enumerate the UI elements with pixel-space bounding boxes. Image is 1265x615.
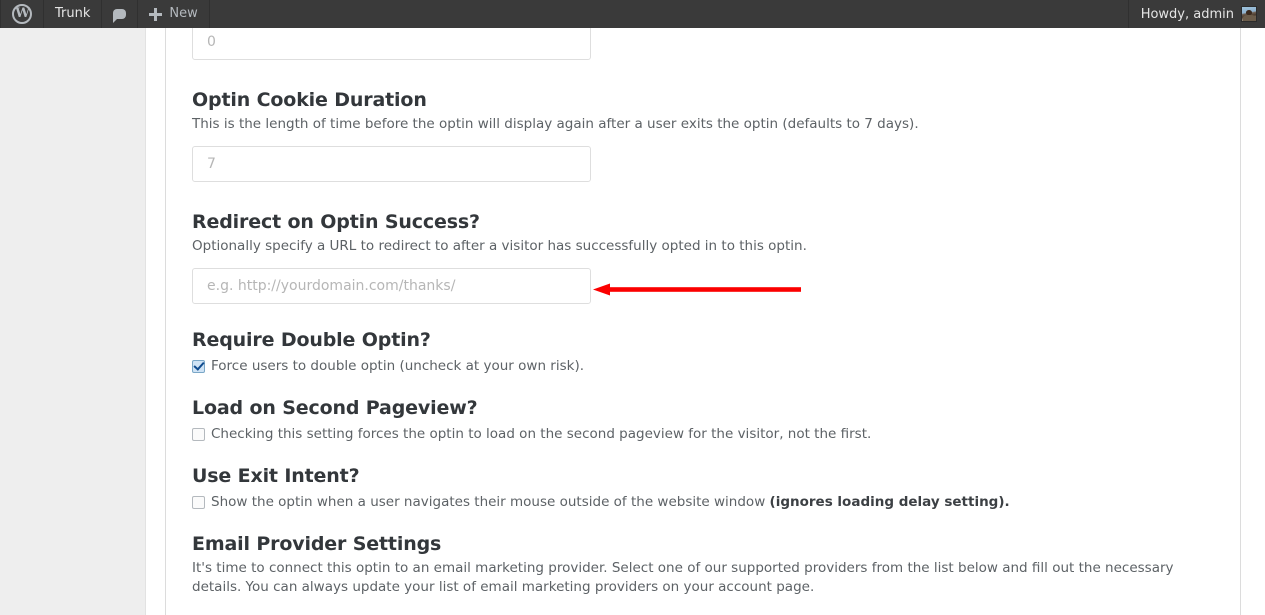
redirect-field-block: Redirect on Optin Success? Optionally sp… [192, 210, 1214, 304]
new-content-label: New [169, 0, 197, 28]
admin-sidebar-menu[interactable] [0, 28, 146, 615]
content-right-divider [1240, 28, 1241, 615]
email-provider-title: Email Provider Settings [192, 532, 1214, 556]
comments-menu-item[interactable] [102, 0, 138, 28]
site-name-menu-item[interactable]: Trunk [44, 0, 102, 28]
redirect-title: Redirect on Optin Success? [192, 210, 1214, 234]
exit-intent-checkbox-label: Show the optin when a user navigates the… [211, 493, 1010, 512]
double-optin-field-block: Require Double Optin? Force users to dou… [192, 328, 1214, 376]
double-optin-title: Require Double Optin? [192, 328, 1214, 352]
howdy-label: Howdy, admin [1141, 7, 1234, 22]
second-pageview-checkbox-label: Checking this setting forces the optin t… [211, 425, 871, 444]
cookie-duration-field-block: Optin Cookie Duration This is the length… [192, 88, 1214, 182]
second-pageview-field-block: Load on Second Pageview? Checking this s… [192, 396, 1214, 444]
exit-intent-label-bold: (ignores loading delay setting). [770, 494, 1010, 510]
loading-delay-input[interactable] [192, 28, 591, 60]
exit-intent-field-block: Use Exit Intent? Show the optin when a u… [192, 464, 1214, 512]
optin-settings-panel: Optin Cookie Duration This is the length… [166, 28, 1240, 615]
redirect-description: Optionally specify a URL to redirect to … [192, 237, 1214, 256]
avatar [1241, 6, 1257, 22]
redirect-url-input[interactable] [192, 268, 591, 304]
wp-logo-menu-item[interactable]: W [0, 0, 44, 28]
site-name-label: Trunk [55, 0, 90, 28]
plus-icon [149, 8, 162, 21]
exit-intent-checkbox-row[interactable]: Show the optin when a user navigates the… [192, 493, 1214, 512]
new-content-menu-item[interactable]: New [138, 0, 209, 28]
email-provider-description: It's time to connect this optin to an em… [192, 559, 1214, 597]
my-account-menu-item[interactable]: Howdy, admin [1128, 0, 1265, 28]
cookie-duration-input[interactable] [192, 146, 591, 182]
email-provider-field-block: Email Provider Settings It's time to con… [192, 532, 1214, 597]
second-pageview-checkbox[interactable] [192, 428, 205, 441]
wordpress-logo-glyph: W [15, 0, 29, 28]
double-optin-checkbox-row[interactable]: Force users to double optin (uncheck at … [192, 357, 1214, 376]
exit-intent-title: Use Exit Intent? [192, 464, 1214, 488]
cookie-duration-description: This is the length of time before the op… [192, 115, 1214, 134]
exit-intent-checkbox[interactable] [192, 496, 205, 509]
wp-admin-bar: W Trunk New Howdy, admin [0, 0, 1265, 28]
double-optin-checkbox[interactable] [192, 360, 205, 373]
comment-bubble-icon [113, 9, 126, 19]
double-optin-checkbox-label: Force users to double optin (uncheck at … [211, 357, 584, 376]
loading-delay-field-block [192, 28, 1214, 60]
cookie-duration-title: Optin Cookie Duration [192, 88, 1214, 112]
second-pageview-title: Load on Second Pageview? [192, 396, 1214, 420]
wordpress-logo-icon: W [12, 4, 32, 24]
exit-intent-label-plain: Show the optin when a user navigates the… [211, 494, 770, 510]
second-pageview-checkbox-row[interactable]: Checking this setting forces the optin t… [192, 425, 1214, 444]
